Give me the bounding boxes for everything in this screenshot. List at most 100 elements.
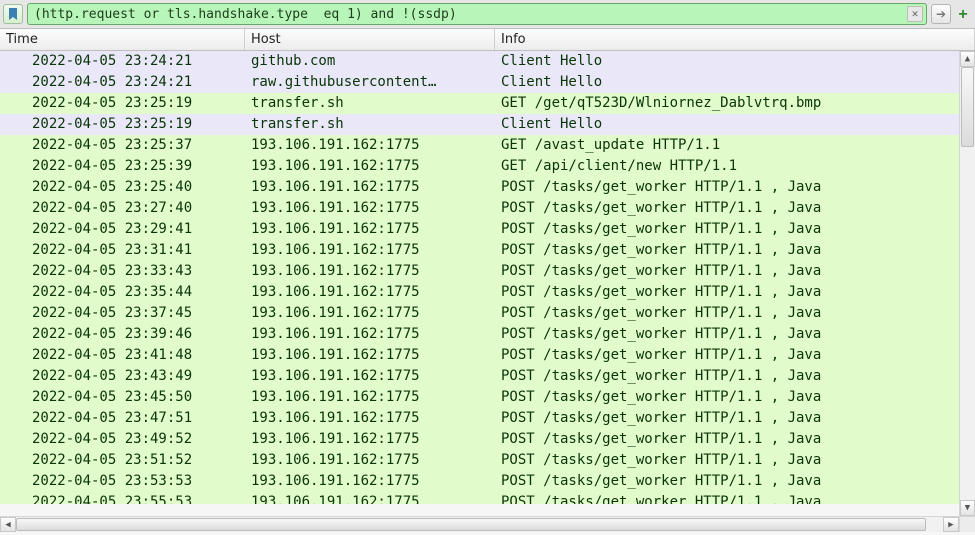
packet-row[interactable]: 2022-04-05 23:25:39193.106.191.162:1775G…	[0, 156, 959, 177]
packet-row[interactable]: 2022-04-05 23:39:46193.106.191.162:1775P…	[0, 324, 959, 345]
packet-cell-info: POST /tasks/get_worker HTTP/1.1 , Java	[495, 471, 959, 492]
packet-cell-host: 193.106.191.162:1775	[245, 177, 495, 198]
packet-row[interactable]: 2022-04-05 23:33:43193.106.191.162:1775P…	[0, 261, 959, 282]
packet-cell-info: Client Hello	[495, 114, 959, 135]
horizontal-scrollbar[interactable]: ◀ ▶	[0, 516, 975, 532]
packet-cell-time: 2022-04-05 23:49:52	[0, 429, 245, 450]
scroll-left-button[interactable]: ◀	[0, 517, 16, 532]
packet-cell-info: POST /tasks/get_worker HTTP/1.1 , Java	[495, 261, 959, 282]
packet-row[interactable]: 2022-04-05 23:41:48193.106.191.162:1775P…	[0, 345, 959, 366]
packet-cell-info: POST /tasks/get_worker HTTP/1.1 , Java	[495, 282, 959, 303]
packet-cell-info: POST /tasks/get_worker HTTP/1.1 , Java	[495, 387, 959, 408]
packet-list-header: Time Host Info	[0, 29, 975, 51]
packet-cell-time: 2022-04-05 23:39:46	[0, 324, 245, 345]
packet-row[interactable]: 2022-04-05 23:24:21github.comClient Hell…	[0, 51, 959, 72]
packet-cell-time: 2022-04-05 23:33:43	[0, 261, 245, 282]
packet-cell-host: 193.106.191.162:1775	[245, 303, 495, 324]
packet-cell-time: 2022-04-05 23:43:49	[0, 366, 245, 387]
column-header-host[interactable]: Host	[245, 29, 495, 50]
packet-cell-host: 193.106.191.162:1775	[245, 345, 495, 366]
packet-cell-host: 193.106.191.162:1775	[245, 219, 495, 240]
packet-cell-time: 2022-04-05 23:53:53	[0, 471, 245, 492]
scroll-up-button[interactable]: ▲	[960, 51, 975, 67]
packet-cell-host: 193.106.191.162:1775	[245, 282, 495, 303]
packet-cell-host: 193.106.191.162:1775	[245, 156, 495, 177]
packet-cell-time: 2022-04-05 23:37:45	[0, 303, 245, 324]
packet-row[interactable]: 2022-04-05 23:31:41193.106.191.162:1775P…	[0, 240, 959, 261]
add-filter-expression-button[interactable]: +	[955, 6, 971, 22]
packet-cell-time: 2022-04-05 23:35:44	[0, 282, 245, 303]
packet-cell-info: Client Hello	[495, 72, 959, 93]
packet-cell-host: transfer.sh	[245, 93, 495, 114]
column-header-info[interactable]: Info	[495, 29, 975, 50]
packet-row[interactable]: 2022-04-05 23:24:21raw.githubusercontent…	[0, 72, 959, 93]
display-filter-input[interactable]	[27, 3, 927, 25]
packet-cell-host: 193.106.191.162:1775	[245, 366, 495, 387]
packet-cell-info: GET /api/client/new HTTP/1.1	[495, 156, 959, 177]
scroll-right-button[interactable]: ▶	[943, 517, 959, 532]
bookmark-filter-button[interactable]	[3, 4, 23, 24]
packet-row[interactable]: 2022-04-05 23:43:49193.106.191.162:1775P…	[0, 366, 959, 387]
packet-row[interactable]: 2022-04-05 23:45:50193.106.191.162:1775P…	[0, 387, 959, 408]
packet-cell-host: 193.106.191.162:1775	[245, 471, 495, 492]
packet-cell-info: GET /get/qT523D/Wlniornez_Dablvtrq.bmp	[495, 93, 959, 114]
packet-cell-info: POST /tasks/get_worker HTTP/1.1 , Java	[495, 345, 959, 366]
packet-cell-info: POST /tasks/get_worker HTTP/1.1 , Java	[495, 450, 959, 471]
packet-list-rows[interactable]: 2022-04-05 23:24:21github.comClient Hell…	[0, 51, 959, 516]
packet-cell-time: 2022-04-05 23:24:21	[0, 72, 245, 93]
display-filter-wrap: ✕	[27, 3, 927, 25]
packet-cell-info: POST /tasks/get_worker HTTP/1.1 , Java	[495, 366, 959, 387]
packet-cell-info: GET /avast_update HTTP/1.1	[495, 135, 959, 156]
vertical-scroll-thumb[interactable]	[961, 67, 974, 147]
packet-cell-time: 2022-04-05 23:55:53	[0, 492, 245, 504]
packet-row[interactable]: 2022-04-05 23:47:51193.106.191.162:1775P…	[0, 408, 959, 429]
packet-row[interactable]: 2022-04-05 23:49:52193.106.191.162:1775P…	[0, 429, 959, 450]
packet-row[interactable]: 2022-04-05 23:25:19transfer.shGET /get/q…	[0, 93, 959, 114]
horizontal-scroll-track[interactable]	[16, 517, 943, 532]
display-filter-toolbar: ✕ ➔ +	[0, 0, 975, 29]
packet-cell-info: POST /tasks/get_worker HTTP/1.1 , Java	[495, 324, 959, 345]
packet-row[interactable]: 2022-04-05 23:53:53193.106.191.162:1775P…	[0, 471, 959, 492]
packet-row[interactable]: 2022-04-05 23:37:45193.106.191.162:1775P…	[0, 303, 959, 324]
packet-cell-info: POST /tasks/get_worker HTTP/1.1 , Java	[495, 429, 959, 450]
packet-cell-info: POST /tasks/get_worker HTTP/1.1 , Java	[495, 219, 959, 240]
packet-cell-host: raw.githubusercontent…	[245, 72, 495, 93]
packet-cell-host: 193.106.191.162:1775	[245, 429, 495, 450]
scroll-down-button[interactable]: ▼	[960, 500, 975, 516]
packet-cell-time: 2022-04-05 23:25:19	[0, 93, 245, 114]
packet-cell-info: POST /tasks/get_worker HTTP/1.1 , Java	[495, 177, 959, 198]
packet-row[interactable]: 2022-04-05 23:25:37193.106.191.162:1775G…	[0, 135, 959, 156]
packet-cell-host: 193.106.191.162:1775	[245, 408, 495, 429]
packet-cell-time: 2022-04-05 23:29:41	[0, 219, 245, 240]
column-header-time[interactable]: Time	[0, 29, 245, 50]
clear-filter-button[interactable]: ✕	[907, 6, 923, 22]
scrollbar-corner	[959, 517, 975, 532]
packet-row[interactable]: 2022-04-05 23:35:44193.106.191.162:1775P…	[0, 282, 959, 303]
packet-cell-host: 193.106.191.162:1775	[245, 450, 495, 471]
vertical-scroll-track[interactable]	[960, 67, 975, 500]
packet-cell-host: 193.106.191.162:1775	[245, 240, 495, 261]
packet-cell-info: POST /tasks/get_worker HTTP/1.1 , Java	[495, 408, 959, 429]
packet-cell-info: POST /tasks/get_worker HTTP/1.1 , Java	[495, 303, 959, 324]
packet-cell-time: 2022-04-05 23:47:51	[0, 408, 245, 429]
packet-cell-info: POST /tasks/get_worker HTTP/1.1 , Java	[495, 492, 959, 504]
packet-cell-host: 193.106.191.162:1775	[245, 261, 495, 282]
packet-row[interactable]: 2022-04-05 23:25:40193.106.191.162:1775P…	[0, 177, 959, 198]
bookmark-icon	[8, 8, 18, 20]
packet-cell-host: 193.106.191.162:1775	[245, 492, 495, 504]
packet-cell-host: transfer.sh	[245, 114, 495, 135]
packet-row[interactable]: 2022-04-05 23:51:52193.106.191.162:1775P…	[0, 450, 959, 471]
packet-cell-time: 2022-04-05 23:25:39	[0, 156, 245, 177]
packet-cell-time: 2022-04-05 23:27:40	[0, 198, 245, 219]
apply-filter-button[interactable]: ➔	[931, 4, 951, 24]
packet-cell-info: POST /tasks/get_worker HTTP/1.1 , Java	[495, 198, 959, 219]
vertical-scrollbar[interactable]: ▲ ▼	[959, 51, 975, 516]
packet-row[interactable]: 2022-04-05 23:29:41193.106.191.162:1775P…	[0, 219, 959, 240]
packet-cell-time: 2022-04-05 23:25:19	[0, 114, 245, 135]
packet-cell-time: 2022-04-05 23:51:52	[0, 450, 245, 471]
packet-cell-time: 2022-04-05 23:41:48	[0, 345, 245, 366]
packet-row[interactable]: 2022-04-05 23:25:19transfer.shClient Hel…	[0, 114, 959, 135]
horizontal-scroll-thumb[interactable]	[16, 518, 926, 531]
packet-row[interactable]: 2022-04-05 23:27:40193.106.191.162:1775P…	[0, 198, 959, 219]
packet-row[interactable]: 2022-04-05 23:55:53193.106.191.162:1775P…	[0, 492, 959, 504]
